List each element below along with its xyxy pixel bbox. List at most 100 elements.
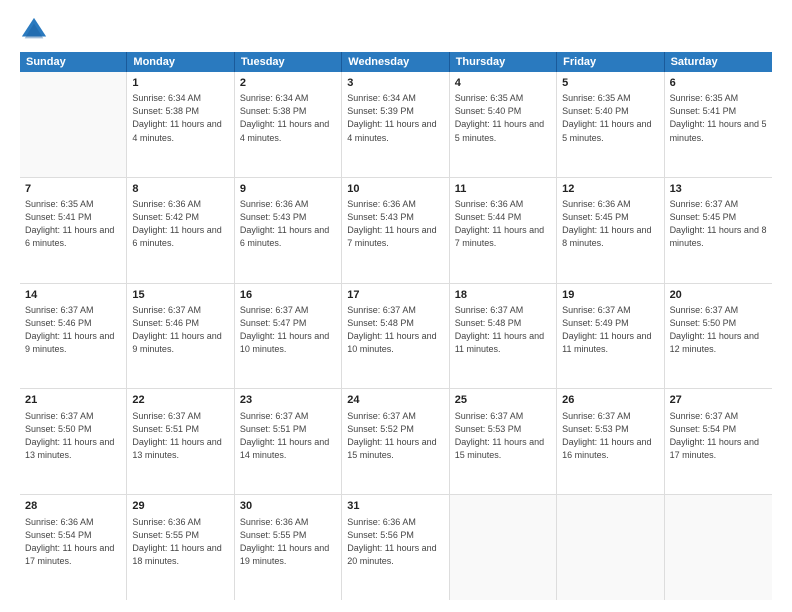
- calendar-cell: 15Sunrise: 6:37 AMSunset: 5:46 PMDayligh…: [127, 284, 234, 389]
- calendar-row: 21 Sunrise: 6:37 AMSunset: 5:50 PMDayligh…: [20, 389, 772, 495]
- cell-text: Sunrise: 6:36 AMSunset: 5:43 PMDaylight:…: [347, 198, 443, 250]
- calendar-header-cell: Tuesday: [235, 52, 342, 72]
- day-number: 28: [25, 499, 121, 514]
- cell-text: Sunrise: 6:36 AMSunset: 5:54 PMDaylight:…: [25, 516, 121, 568]
- calendar-cell: [20, 72, 127, 177]
- logo-icon: [20, 16, 48, 44]
- calendar-header-cell: Saturday: [665, 52, 772, 72]
- calendar-header-cell: Monday: [127, 52, 234, 72]
- day-number: 9: [240, 182, 336, 197]
- calendar-header-cell: Wednesday: [342, 52, 449, 72]
- calendar-cell: 22 Sunrise: 6:37 AMSunset: 5:51 PMDayligh…: [127, 389, 234, 494]
- calendar-cell: 27 Sunrise: 6:37 AMSunset: 5:54 PMDayligh…: [665, 389, 772, 494]
- day-number: 25: [455, 393, 551, 408]
- calendar-body: 1Sunrise: 6:34 AMSunset: 5:38 PMDaylight…: [20, 72, 772, 600]
- day-number: 26: [562, 393, 658, 408]
- day-number: 1: [132, 76, 228, 91]
- calendar-cell: 16Sunrise: 6:37 AMSunset: 5:47 PMDayligh…: [235, 284, 342, 389]
- calendar-cell: 5Sunrise: 6:35 AMSunset: 5:40 PMDaylight…: [557, 72, 664, 177]
- cell-text: Sunrise: 6:37 AMSunset: 5:51 PMDaylight:…: [240, 410, 336, 462]
- calendar-header-cell: Sunday: [20, 52, 127, 72]
- cell-text: Sunrise: 6:34 AMSunset: 5:38 PMDaylight:…: [132, 92, 228, 144]
- cell-text: Sunrise: 6:37 AMSunset: 5:51 PMDaylight:…: [132, 410, 228, 462]
- logo: [20, 16, 52, 44]
- cell-text: Sunrise: 6:37 AMSunset: 5:47 PMDaylight:…: [240, 304, 336, 356]
- calendar-header-cell: Friday: [557, 52, 664, 72]
- calendar-header-row: SundayMondayTuesdayWednesdayThursdayFrid…: [20, 52, 772, 72]
- cell-text: Sunrise: 6:37 AMSunset: 5:45 PMDaylight:…: [670, 198, 767, 250]
- calendar-cell: 19Sunrise: 6:37 AMSunset: 5:49 PMDayligh…: [557, 284, 664, 389]
- cell-text: Sunrise: 6:36 AMSunset: 5:43 PMDaylight:…: [240, 198, 336, 250]
- calendar-cell: 29 Sunrise: 6:36 AMSunset: 5:55 PMDayligh…: [127, 495, 234, 600]
- day-number: 19: [562, 288, 658, 303]
- cell-text: Sunrise: 6:37 AMSunset: 5:46 PMDaylight:…: [132, 304, 228, 356]
- calendar-cell: 13Sunrise: 6:37 AMSunset: 5:45 PMDayligh…: [665, 178, 772, 283]
- calendar-cell: [450, 495, 557, 600]
- calendar-cell: 25 Sunrise: 6:37 AMSunset: 5:53 PMDayligh…: [450, 389, 557, 494]
- cell-text: Sunrise: 6:37 AMSunset: 5:49 PMDaylight:…: [562, 304, 658, 356]
- day-number: 7: [25, 182, 121, 197]
- calendar-row: 7Sunrise: 6:35 AMSunset: 5:41 PMDaylight…: [20, 178, 772, 284]
- cell-text: Sunrise: 6:36 AMSunset: 5:55 PMDaylight:…: [240, 516, 336, 568]
- day-number: 23: [240, 393, 336, 408]
- calendar-row: 28 Sunrise: 6:36 AMSunset: 5:54 PMDayligh…: [20, 495, 772, 600]
- day-number: 5: [562, 76, 658, 91]
- calendar-header-cell: Thursday: [450, 52, 557, 72]
- day-number: 21: [25, 393, 121, 408]
- calendar-cell: 14Sunrise: 6:37 AMSunset: 5:46 PMDayligh…: [20, 284, 127, 389]
- day-number: 4: [455, 76, 551, 91]
- cell-text: Sunrise: 6:36 AMSunset: 5:45 PMDaylight:…: [562, 198, 658, 250]
- cell-text: Sunrise: 6:37 AMSunset: 5:54 PMDaylight:…: [670, 410, 767, 462]
- cell-text: Sunrise: 6:36 AMSunset: 5:55 PMDaylight:…: [132, 516, 228, 568]
- page: SundayMondayTuesdayWednesdayThursdayFrid…: [0, 0, 792, 612]
- cell-text: Sunrise: 6:35 AMSunset: 5:40 PMDaylight:…: [562, 92, 658, 144]
- calendar-row: 1Sunrise: 6:34 AMSunset: 5:38 PMDaylight…: [20, 72, 772, 178]
- calendar-cell: 18Sunrise: 6:37 AMSunset: 5:48 PMDayligh…: [450, 284, 557, 389]
- day-number: 15: [132, 288, 228, 303]
- cell-text: Sunrise: 6:37 AMSunset: 5:53 PMDaylight:…: [455, 410, 551, 462]
- day-number: 27: [670, 393, 767, 408]
- calendar-cell: 26Sunrise: 6:37 AMSunset: 5:53 PMDayligh…: [557, 389, 664, 494]
- header: [20, 16, 772, 44]
- cell-text: Sunrise: 6:35 AMSunset: 5:41 PMDaylight:…: [25, 198, 121, 250]
- cell-text: Sunrise: 6:37 AMSunset: 5:46 PMDaylight:…: [25, 304, 121, 356]
- calendar-cell: 3Sunrise: 6:34 AMSunset: 5:39 PMDaylight…: [342, 72, 449, 177]
- calendar: SundayMondayTuesdayWednesdayThursdayFrid…: [20, 52, 772, 600]
- cell-text: Sunrise: 6:37 AMSunset: 5:48 PMDaylight:…: [347, 304, 443, 356]
- day-number: 12: [562, 182, 658, 197]
- cell-text: Sunrise: 6:35 AMSunset: 5:41 PMDaylight:…: [670, 92, 767, 144]
- calendar-cell: 31 Sunrise: 6:36 AMSunset: 5:56 PMDayligh…: [342, 495, 449, 600]
- calendar-cell: 10Sunrise: 6:36 AMSunset: 5:43 PMDayligh…: [342, 178, 449, 283]
- cell-text: Sunrise: 6:36 AMSunset: 5:42 PMDaylight:…: [132, 198, 228, 250]
- day-number: 6: [670, 76, 767, 91]
- calendar-cell: 17Sunrise: 6:37 AMSunset: 5:48 PMDayligh…: [342, 284, 449, 389]
- calendar-cell: 2Sunrise: 6:34 AMSunset: 5:38 PMDaylight…: [235, 72, 342, 177]
- cell-text: Sunrise: 6:36 AMSunset: 5:44 PMDaylight:…: [455, 198, 551, 250]
- calendar-cell: 30 Sunrise: 6:36 AMSunset: 5:55 PMDayligh…: [235, 495, 342, 600]
- day-number: 16: [240, 288, 336, 303]
- day-number: 2: [240, 76, 336, 91]
- day-number: 22: [132, 393, 228, 408]
- day-number: 24: [347, 393, 443, 408]
- cell-text: Sunrise: 6:36 AMSunset: 5:56 PMDaylight:…: [347, 516, 443, 568]
- day-number: 30: [240, 499, 336, 514]
- calendar-cell: [665, 495, 772, 600]
- day-number: 31: [347, 499, 443, 514]
- cell-text: Sunrise: 6:37 AMSunset: 5:50 PMDaylight:…: [670, 304, 767, 356]
- calendar-cell: 4Sunrise: 6:35 AMSunset: 5:40 PMDaylight…: [450, 72, 557, 177]
- day-number: 29: [132, 499, 228, 514]
- calendar-cell: 20Sunrise: 6:37 AMSunset: 5:50 PMDayligh…: [665, 284, 772, 389]
- calendar-cell: 6Sunrise: 6:35 AMSunset: 5:41 PMDaylight…: [665, 72, 772, 177]
- calendar-row: 14Sunrise: 6:37 AMSunset: 5:46 PMDayligh…: [20, 284, 772, 390]
- day-number: 11: [455, 182, 551, 197]
- day-number: 18: [455, 288, 551, 303]
- calendar-cell: 7Sunrise: 6:35 AMSunset: 5:41 PMDaylight…: [20, 178, 127, 283]
- calendar-cell: 9Sunrise: 6:36 AMSunset: 5:43 PMDaylight…: [235, 178, 342, 283]
- calendar-cell: 11Sunrise: 6:36 AMSunset: 5:44 PMDayligh…: [450, 178, 557, 283]
- calendar-cell: 28 Sunrise: 6:36 AMSunset: 5:54 PMDayligh…: [20, 495, 127, 600]
- day-number: 10: [347, 182, 443, 197]
- calendar-cell: 23 Sunrise: 6:37 AMSunset: 5:51 PMDayligh…: [235, 389, 342, 494]
- cell-text: Sunrise: 6:37 AMSunset: 5:50 PMDaylight:…: [25, 410, 121, 462]
- day-number: 8: [132, 182, 228, 197]
- cell-text: Sunrise: 6:34 AMSunset: 5:38 PMDaylight:…: [240, 92, 336, 144]
